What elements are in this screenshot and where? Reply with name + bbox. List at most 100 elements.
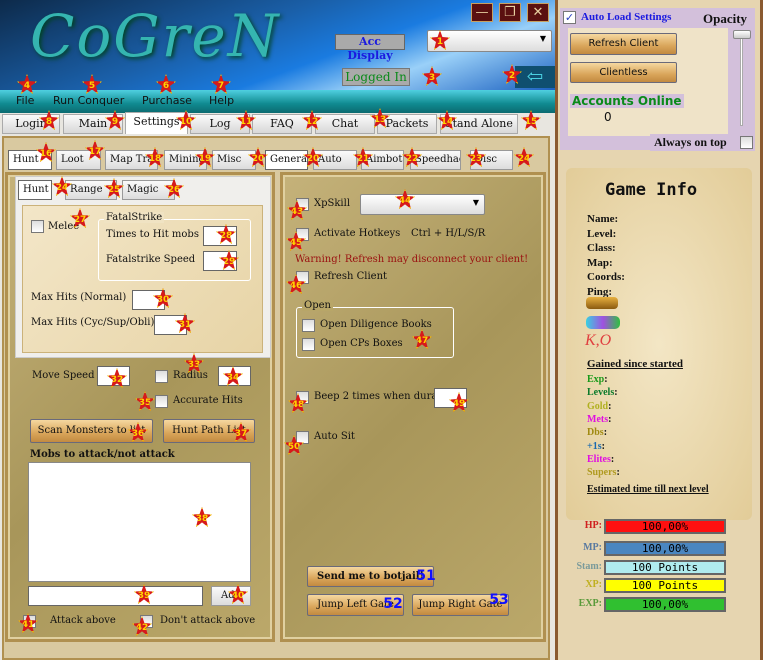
account-select[interactable] [427,30,552,52]
minimize-button[interactable]: — [471,3,493,22]
gained-item: Dbs: [587,427,608,439]
max-hits-cyc-label: Max Hits (Cyc/Sup/Obli) [31,317,155,328]
accurate-hits-label: Accurate Hits [173,395,243,406]
marker-badge: 51 [416,568,436,584]
always-on-top-label: Always on top [654,135,727,149]
radius-checkbox[interactable] [155,370,168,383]
auto-sit-checkbox[interactable] [296,431,309,444]
stat-bar: 100 Points [604,578,726,593]
times-to-hit-input[interactable] [203,226,237,246]
add-mob-button[interactable]: Add [211,586,251,606]
tab-log[interactable]: Log [190,114,250,134]
tab-settings[interactable]: Settings [125,112,188,134]
game-info-field: Coords: [587,271,625,283]
tab-chat[interactable]: Chat [315,114,375,134]
menu-file[interactable]: File [16,94,34,107]
gained-item: +1s: [587,440,605,452]
hunt-tab-magic[interactable]: Magic [122,180,175,200]
game-info-field: Ping: [587,285,613,298]
xpskill-select[interactable] [360,194,485,215]
game-info-title: Game Info [605,180,698,200]
mobs-listbox[interactable] [28,462,251,582]
gained-label: Gold [587,400,609,412]
estimated-time-label: Estimated time till next level [587,484,709,495]
stat-bar: 100,00% [604,519,726,534]
open-cps-label: Open CPs Boxes [320,338,403,349]
back-button[interactable]: ⇦ [515,66,555,88]
attack-above-label: Attack above [50,615,116,626]
close-button[interactable]: ✕ [527,3,549,22]
menu-help[interactable]: Help [209,94,234,107]
gained-item: Gold: [587,400,612,412]
max-hits-normal-label: Max Hits (Normal) [31,292,127,303]
gained-label: Levels [587,387,615,399]
subtab-speedhacks[interactable]: Speedhacks [410,150,461,170]
refresh-client-side-button[interactable]: Refresh Client [570,33,677,55]
marker-badge: 53 [489,592,509,608]
open-group-title: Open [302,300,333,311]
fatalstrike-group-title: FatalStrike [104,212,165,223]
move-speed-label: Move Speed [32,370,95,381]
gained-label: +1s [587,440,602,452]
tab-faq[interactable]: FAQ [252,114,312,134]
stat-bar-label: MP: [583,542,602,553]
accurate-hits-checkbox[interactable] [155,395,168,408]
always-on-top-checkbox[interactable] [740,136,753,149]
subtab-general[interactable]: General [265,150,308,170]
subtab-map-travel[interactable]: Map Travel [105,150,158,170]
refresh-warning: Warning! Refresh may disconnect your cli… [295,254,529,265]
gained-label: Exp [587,374,605,385]
game-info-field: Map: [587,256,613,269]
botjail-button[interactable]: Send me to botjail! [307,566,434,587]
subtab-mining[interactable]: Mining [164,150,207,170]
auto-load-checkbox[interactable]: ✓ [563,11,576,24]
ko-icon: K,O [585,332,612,349]
stat-bar-label: HP: [584,520,602,531]
clientless-button[interactable]: Clientless [570,62,677,83]
open-books-checkbox[interactable] [302,319,315,332]
subtab-auto[interactable]: Auto [313,150,357,170]
opacity-slider-track[interactable] [740,36,743,126]
beep-label: Beep 2 times when dura: [314,391,441,402]
open-group [296,307,454,358]
hotkeys-combo: Ctrl + H/L/S/R [411,228,486,239]
tab-stand-alone[interactable]: Stand Alone [440,114,518,134]
opacity-slider-thumb[interactable] [733,30,751,39]
gained-label: Dbs [587,427,604,439]
acc-display-label: Acc Display [335,34,405,62]
times-to-hit-label: Times to Hit mobs [106,229,199,240]
stat-bar-label: Stam: [576,561,602,572]
subtab-aimbot[interactable]: Aimbot [361,150,404,170]
radius-label: Radius [173,370,208,381]
hotkeys-label: Activate Hotkeys [314,228,401,239]
gained-title: Gained since started [587,358,683,370]
refresh-client-label: Refresh Client [314,271,388,282]
menu-purchase[interactable]: Purchase [142,94,192,107]
accounts-online-count: 0 [604,110,612,124]
fatalstrike-speed-label: Fatalstrike Speed [106,254,196,265]
stat-bar-label: EXP: [578,598,602,609]
stat-bar: 100 Points [604,560,726,575]
gained-label: Supers [587,467,617,479]
game-info-field: Name: [587,213,619,225]
xpskill-label: XpSkill [314,198,351,209]
open-cps-checkbox[interactable] [302,338,315,351]
auto-load-label: Auto Load Settings [581,11,672,23]
restore-button[interactable]: ❐ [499,3,521,22]
open-books-label: Open Diligence Books [320,319,432,330]
dont-attack-above-label: Don't attack above [160,615,256,626]
hunt-tab-hunt[interactable]: Hunt [18,180,52,200]
opacity-label: Opacity [703,11,748,26]
stat-bar: 100,00% [604,541,726,556]
gained-label: Elites [587,453,611,465]
stat-bar: 100,00% [604,597,726,612]
gained-item: Mets: [587,413,612,425]
game-info-field: Class: [587,242,616,254]
mob-name-input[interactable] [28,586,203,606]
marker-badge: 52 [383,596,403,612]
melee-checkbox[interactable] [31,220,44,233]
subtab-misc[interactable]: Misc [212,150,256,170]
menu-run-conquer[interactable]: Run Conquer [53,94,124,107]
gained-label: Mets [587,413,609,425]
game-info-field: Level: [587,227,617,240]
